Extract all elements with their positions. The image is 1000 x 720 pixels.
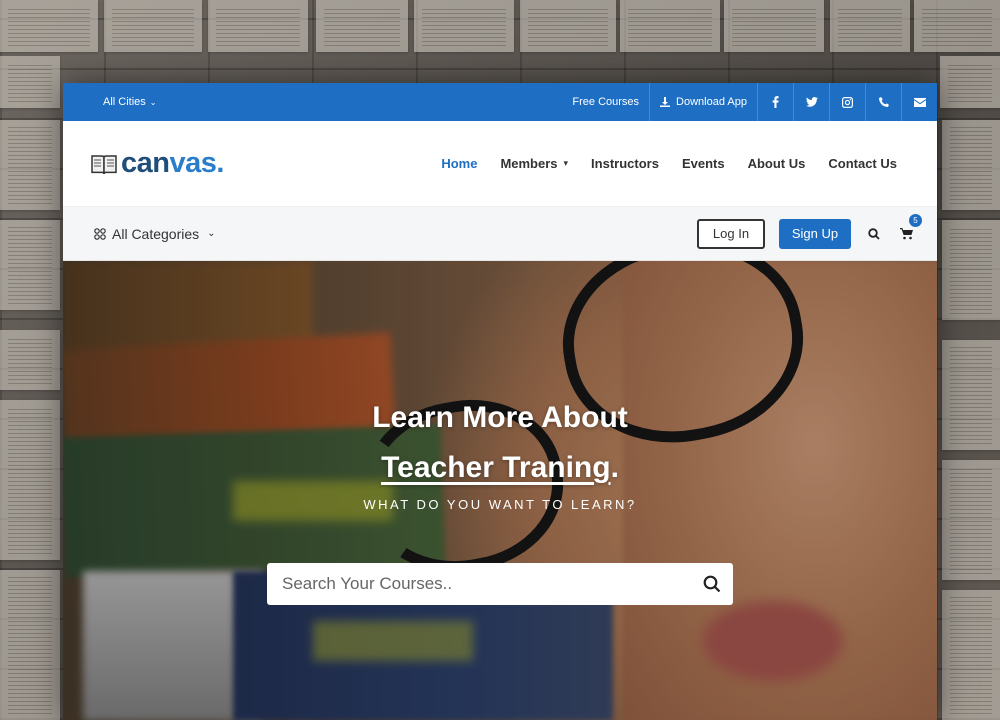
category-bar: All Categories ⌄ Log In Sign Up 5 bbox=[63, 207, 937, 261]
free-courses-label: Free Courses bbox=[572, 96, 640, 108]
phone-icon bbox=[878, 97, 889, 107]
nav-label-members: Members bbox=[500, 156, 558, 171]
download-icon bbox=[660, 97, 671, 107]
search-submit-button[interactable] bbox=[703, 575, 721, 593]
instagram-icon bbox=[842, 96, 853, 108]
phone-link[interactable] bbox=[865, 83, 901, 121]
instagram-link[interactable] bbox=[829, 83, 865, 121]
search-icon bbox=[703, 575, 721, 593]
download-app-link[interactable]: Download App bbox=[649, 83, 757, 121]
nav-item-events[interactable]: Events bbox=[682, 156, 725, 171]
nav-item-instructors[interactable]: Instructors bbox=[591, 156, 659, 171]
all-cities-label: All Cities bbox=[103, 96, 146, 108]
top-bar: All Cities ⌄ Free Courses Download App bbox=[63, 83, 937, 121]
search-button[interactable] bbox=[865, 225, 883, 243]
nav-label-home: Home bbox=[441, 156, 478, 171]
cart-button[interactable]: 5 bbox=[897, 213, 922, 243]
facebook-icon bbox=[772, 96, 779, 108]
open-book-icon bbox=[91, 154, 117, 174]
all-categories-dropdown[interactable]: All Categories ⌄ bbox=[94, 226, 216, 242]
envelope-icon bbox=[913, 97, 926, 107]
course-search-box bbox=[267, 563, 733, 605]
hero-title-highlight: Teacher Traning bbox=[381, 451, 611, 484]
twitter-icon bbox=[805, 97, 818, 107]
nav-item-contact-us[interactable]: Contact Us bbox=[828, 156, 897, 171]
nav-label-instructors: Instructors bbox=[591, 156, 659, 171]
course-search-input[interactable] bbox=[282, 574, 682, 594]
nav-item-about-us[interactable]: About Us bbox=[748, 156, 806, 171]
logo-dot: . bbox=[216, 147, 224, 179]
search-icon bbox=[868, 227, 880, 240]
facebook-link[interactable] bbox=[757, 83, 793, 121]
signup-button[interactable]: Sign Up bbox=[779, 218, 851, 249]
twitter-link[interactable] bbox=[793, 83, 829, 121]
hero-title: Learn More About Teacher Traning. bbox=[63, 393, 937, 493]
logo-text-vas: vas bbox=[169, 147, 217, 179]
site-header: canvas. Home Members ▾ Instructors Event… bbox=[63, 121, 937, 207]
nav-item-home[interactable]: Home bbox=[441, 156, 477, 171]
login-button[interactable]: Log In bbox=[697, 218, 765, 249]
hero-subtitle: WHAT DO YOU WANT TO LEARN? bbox=[363, 497, 637, 512]
caret-down-icon: ▾ bbox=[563, 158, 569, 168]
main-nav: Home Members ▾ Instructors Events About … bbox=[441, 156, 897, 171]
nav-label-about-us: About Us bbox=[747, 156, 806, 171]
cart-icon bbox=[899, 227, 913, 239]
chevron-down-icon: ⌄ bbox=[207, 228, 216, 239]
all-categories-label: All Categories bbox=[112, 225, 200, 242]
hero-title-line1: Learn More About bbox=[372, 401, 628, 434]
hero-title-dot: . bbox=[610, 451, 619, 484]
grid-icon bbox=[94, 227, 106, 240]
logo-text: canvas. bbox=[121, 147, 224, 180]
hero-title-line2-wrap: Teacher Traning. bbox=[63, 443, 937, 493]
free-courses-link[interactable]: Free Courses bbox=[562, 83, 649, 121]
nav-item-members[interactable]: Members ▾ bbox=[500, 156, 568, 171]
chevron-down-icon: ⌄ bbox=[149, 97, 157, 107]
nav-label-events: Events bbox=[681, 156, 725, 171]
cart-count-badge: 5 bbox=[909, 213, 922, 227]
nav-label-contact-us: Contact Us bbox=[828, 156, 897, 171]
email-link[interactable] bbox=[901, 83, 937, 121]
canvas-logo[interactable]: canvas. bbox=[91, 147, 224, 180]
download-app-label: Download App bbox=[676, 96, 747, 108]
all-cities-dropdown[interactable]: All Cities ⌄ bbox=[63, 96, 157, 108]
logo-text-can: can bbox=[121, 147, 170, 179]
hero-content: Learn More About Teacher Traning. WHAT D… bbox=[63, 393, 937, 512]
website-window: All Cities ⌄ Free Courses Download App c… bbox=[63, 83, 937, 720]
hero-section: Learn More About Teacher Traning. WHAT D… bbox=[63, 261, 937, 720]
